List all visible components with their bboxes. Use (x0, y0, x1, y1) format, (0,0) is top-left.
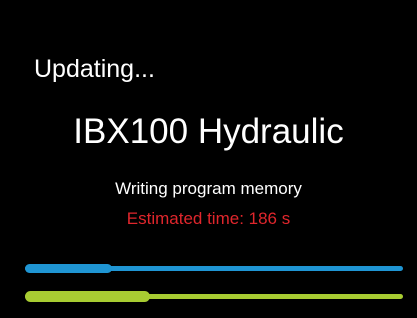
overall-progress-fill (25, 291, 150, 302)
status-heading: Updating... (34, 55, 155, 83)
step-progress-fill (25, 264, 112, 273)
device-name: IBX100 Hydraulic (73, 112, 344, 151)
step-progress-bar (25, 264, 403, 273)
estimated-time-text: Estimated time: 186 s (126, 209, 291, 228)
overall-progress-bar (25, 291, 403, 302)
current-step-text: Writing program memory (115, 179, 302, 198)
update-screen: Updating... IBX100 Hydraulic Writing pro… (0, 0, 417, 318)
